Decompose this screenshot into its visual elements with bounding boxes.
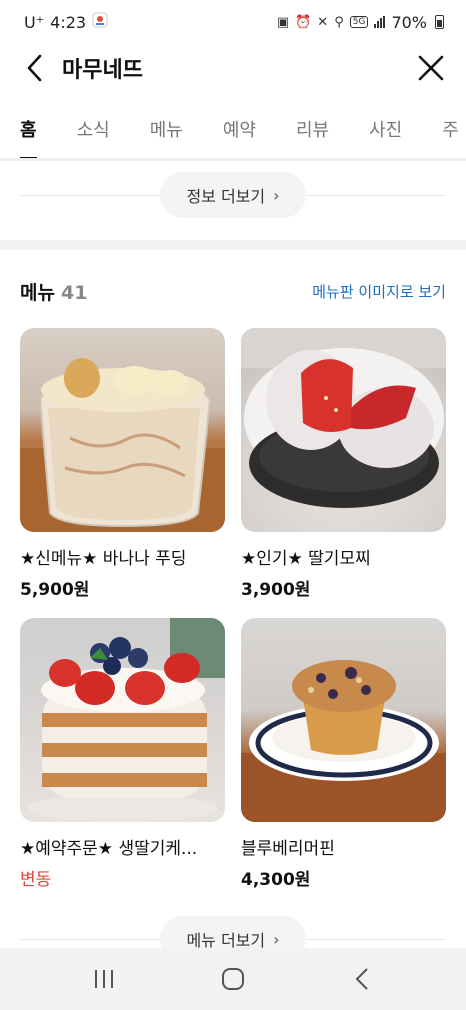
- tab-reviews[interactable]: 리뷰: [296, 104, 329, 160]
- menu-title-group: 메뉴 41: [20, 278, 87, 305]
- menu-title: 메뉴: [20, 281, 55, 304]
- menu-card-name: 블루베리머핀: [241, 839, 335, 859]
- tab-news[interactable]: 소식: [77, 104, 110, 160]
- menu-image-link[interactable]: 메뉴판 이미지로 보기: [312, 281, 446, 302]
- info-more-label: 정보 더보기: [186, 187, 266, 206]
- menu-card-name: ★인기★ 딸기모찌: [241, 549, 371, 569]
- carrier-label: U⁺: [24, 12, 45, 32]
- info-more-button[interactable]: 정보 더보기 ›: [160, 172, 306, 218]
- menu-card-price: 5,900원: [20, 580, 90, 600]
- status-right: ▣ ⏰ ✕ ⚲ 5G 70%: [277, 13, 444, 32]
- status-left: U⁺ 4:23: [24, 12, 108, 32]
- tab-reservation[interactable]: 예약: [223, 104, 256, 160]
- chevron-right-icon: ›: [273, 185, 280, 205]
- location-icon: ⚲: [334, 14, 344, 30]
- close-icon: [418, 55, 444, 81]
- menu-card-price: 3,900원: [241, 580, 311, 600]
- menu-card-name: ★신메뉴★ 바나나 푸딩: [20, 549, 187, 569]
- section-divider: [0, 240, 466, 250]
- recent-apps-button[interactable]: [74, 959, 134, 999]
- network-badge: 5G: [349, 16, 369, 28]
- menu-grid: ★신메뉴★ 바나나 푸딩 5,900원 ★인기★ 딸기모찌 3,900원 ★예약…: [20, 328, 446, 908]
- back-icon: [355, 968, 368, 990]
- back-button[interactable]: [20, 53, 50, 83]
- status-bar: U⁺ 4:23 ▣ ⏰ ✕ ⚲ 5G 70%: [0, 0, 466, 44]
- tab-bar: 홈 소식 메뉴 예약 리뷰 사진 주: [0, 104, 466, 160]
- menu-card-blueberry-muffin[interactable]: 블루베리머핀 4,300원: [241, 618, 446, 908]
- app-header: 마무네뜨: [0, 44, 466, 92]
- battery-percent: 70%: [391, 12, 427, 32]
- tab-more-partial[interactable]: 주: [442, 104, 459, 160]
- home-icon: [221, 968, 244, 990]
- menu-card-price: 변동: [20, 870, 52, 890]
- clock: 4:23: [50, 12, 87, 32]
- close-button[interactable]: [416, 53, 446, 83]
- menu-card-strawberry-cake[interactable]: ★예약주문★ 생딸기케... 변동: [20, 618, 225, 908]
- alarm-icon: ⏰: [295, 14, 312, 30]
- system-back-button[interactable]: [332, 959, 392, 999]
- menu-card-price: 4,300원: [241, 870, 311, 890]
- location-app-icon: [92, 12, 108, 32]
- chevron-right-icon: ›: [273, 929, 280, 949]
- system-nav-bar: [0, 948, 466, 1010]
- cast-icon: ▣: [276, 14, 290, 30]
- menu-card-banana-pudding[interactable]: ★신메뉴★ 바나나 푸딩 5,900원: [20, 328, 225, 618]
- recent-apps-icon: [95, 970, 114, 988]
- info-more-row: 정보 더보기 ›: [20, 172, 446, 218]
- menu-section-header: 메뉴 41 메뉴판 이미지로 보기: [20, 276, 446, 306]
- home-button[interactable]: [203, 959, 263, 999]
- mute-icon: ✕: [317, 14, 329, 30]
- menu-count: 41: [60, 281, 88, 304]
- page-title: 마무네뜨: [62, 58, 143, 83]
- tab-divider: [0, 158, 466, 161]
- strawberry-cake-image: [20, 618, 225, 822]
- menu-card-strawberry-mochi[interactable]: ★인기★ 딸기모찌 3,900원: [241, 328, 446, 618]
- tab-menu[interactable]: 메뉴: [150, 104, 183, 160]
- battery-icon: [435, 15, 444, 29]
- blueberry-muffin-image: [241, 618, 446, 822]
- strawberry-mochi-image: [241, 328, 446, 532]
- signal-icon: [374, 16, 386, 28]
- chevron-left-icon: [27, 54, 42, 82]
- tab-photos[interactable]: 사진: [369, 104, 402, 160]
- banana-pudding-image: [20, 328, 225, 532]
- tab-home[interactable]: 홈: [20, 104, 37, 160]
- menu-card-name: ★예약주문★ 생딸기케...: [20, 839, 198, 859]
